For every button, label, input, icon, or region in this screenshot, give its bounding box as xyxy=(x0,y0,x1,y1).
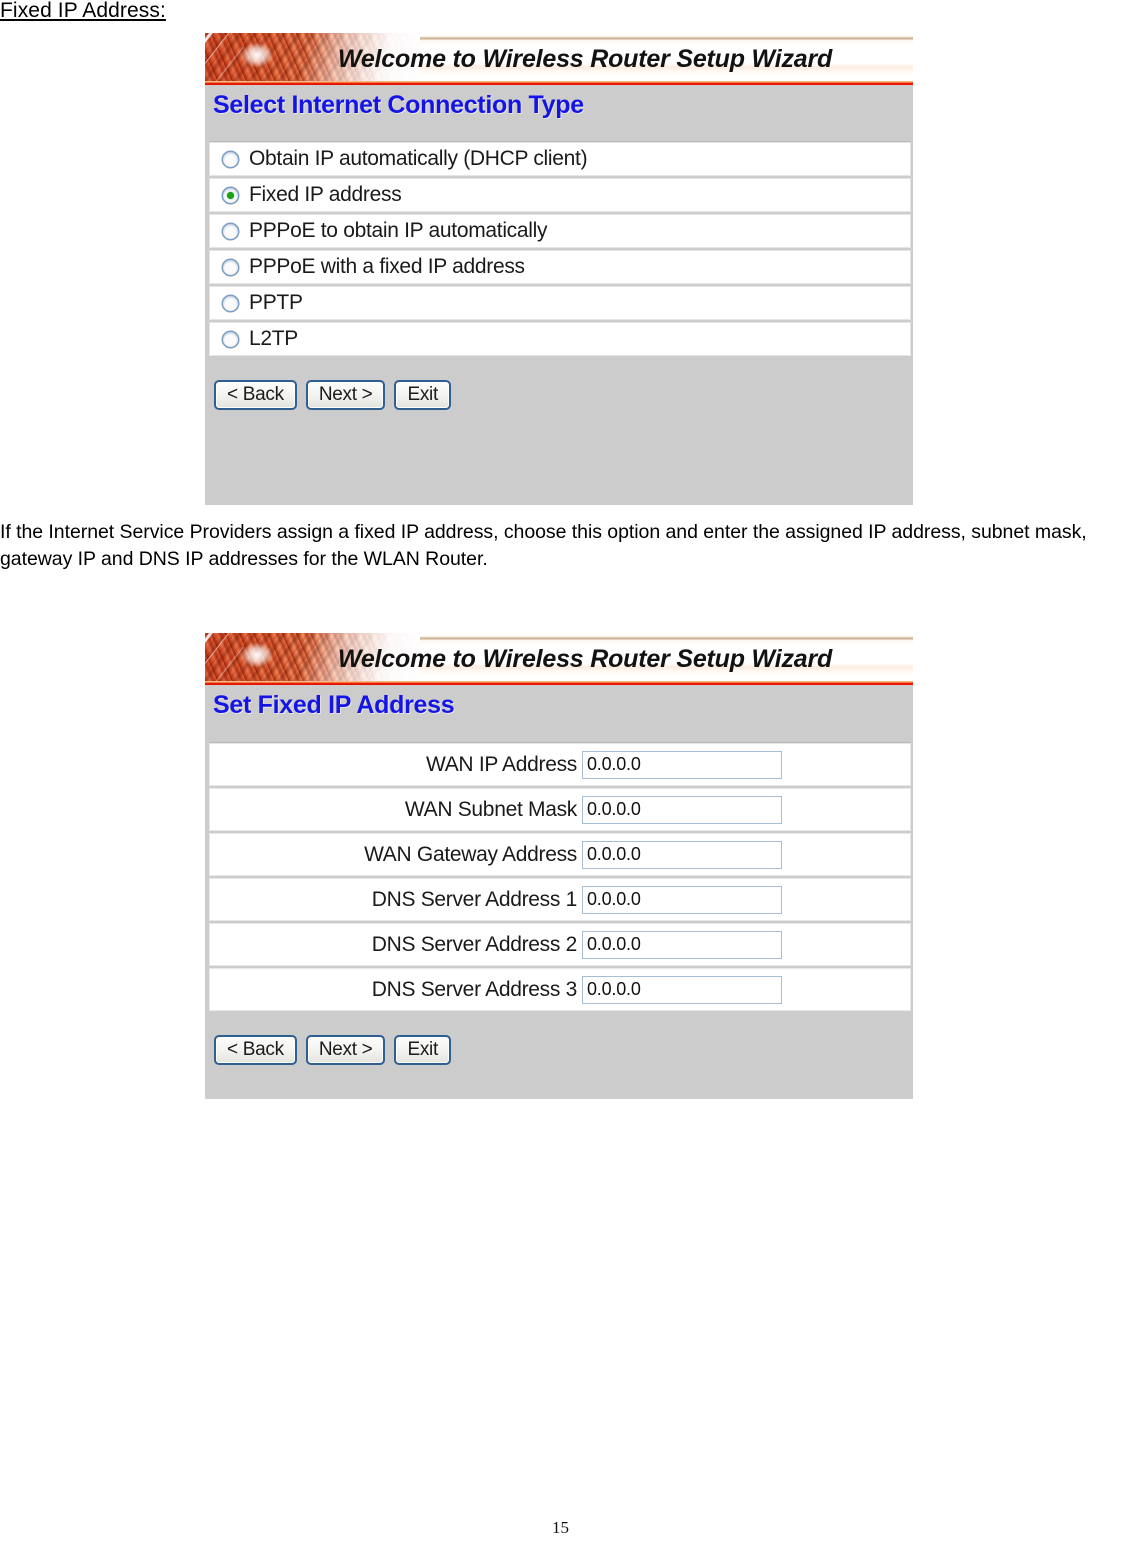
form-row-wan-ip-address: WAN IP Address xyxy=(209,743,911,788)
field-cell-dns-server-2 xyxy=(579,923,911,966)
field-cell-dns-server-1 xyxy=(579,878,911,921)
option-row-l2tp[interactable]: L2TP xyxy=(209,322,911,358)
dns-server-1-input[interactable] xyxy=(582,885,782,914)
wan-gateway-address-input[interactable] xyxy=(582,840,782,869)
banner-title: Welcome to Wireless Router Setup Wizard xyxy=(337,644,833,673)
wizard-button-row: < Back Next > Exit xyxy=(205,1035,913,1065)
dns-server-2-input[interactable] xyxy=(582,930,782,959)
radio-icon-fixed-ip[interactable] xyxy=(223,187,238,203)
option-row-fixed-ip[interactable]: Fixed IP address xyxy=(209,178,911,214)
page-number: 15 xyxy=(552,1518,569,1537)
form-row-wan-gateway-address: WAN Gateway Address xyxy=(209,833,911,878)
section-title: Set Fixed IP Address xyxy=(213,691,455,719)
fixed-ip-form-table: WAN IP Address WAN Subnet Mask WAN Gatew… xyxy=(209,742,911,1013)
form-row-dns-server-3: DNS Server Address 3 xyxy=(209,968,911,1013)
dns-server-3-input[interactable] xyxy=(582,975,782,1004)
wizard-banner: Welcome to Wireless Router Setup Wizard xyxy=(205,633,913,685)
next-button[interactable]: Next > xyxy=(305,1035,386,1065)
radio-icon-dhcp[interactable] xyxy=(223,151,238,167)
section-title: Select Internet Connection Type xyxy=(213,91,584,119)
option-label-pptp: PPTP xyxy=(249,291,303,314)
option-label-fixed-ip: Fixed IP address xyxy=(249,183,402,206)
wan-subnet-mask-input[interactable] xyxy=(582,795,782,824)
wizard-panel-connection-type: Welcome to Wireless Router Setup Wizard … xyxy=(205,33,913,505)
wan-ip-address-input[interactable] xyxy=(582,750,782,779)
radio-icon-pptp[interactable] xyxy=(223,295,238,311)
label-dns-server-1: DNS Server Address 1 xyxy=(371,887,578,911)
field-cell-wan-gateway-address xyxy=(579,833,911,876)
radio-icon-pppoe-fixed[interactable] xyxy=(223,259,238,275)
label-dns-server-2: DNS Server Address 2 xyxy=(371,932,578,956)
banner-title: Welcome to Wireless Router Setup Wizard xyxy=(337,44,833,73)
option-label-l2tp: L2TP xyxy=(249,327,298,350)
field-cell-wan-subnet-mask xyxy=(579,788,911,831)
form-row-dns-server-1: DNS Server Address 1 xyxy=(209,878,911,923)
option-row-dhcp[interactable]: Obtain IP automatically (DHCP client) xyxy=(209,142,911,178)
option-label-dhcp: Obtain IP automatically (DHCP client) xyxy=(249,147,588,170)
exit-button[interactable]: Exit xyxy=(394,380,451,410)
label-wan-ip-address: WAN IP Address xyxy=(425,752,577,776)
option-label-pppoe-fixed: PPPoE with a fixed IP address xyxy=(249,255,525,278)
label-wan-subnet-mask: WAN Subnet Mask xyxy=(404,797,577,821)
banner-divider xyxy=(205,681,913,685)
exit-button[interactable]: Exit xyxy=(394,1035,451,1065)
page-title: Fixed IP Address: xyxy=(0,0,166,22)
back-button[interactable]: < Back xyxy=(214,1035,297,1065)
label-wan-gateway-address: WAN Gateway Address xyxy=(364,842,577,866)
body-paragraph: If the Internet Service Providers assign… xyxy=(0,521,1087,570)
field-cell-dns-server-3 xyxy=(579,968,911,1011)
option-row-pppoe-auto[interactable]: PPPoE to obtain IP automatically xyxy=(209,214,911,250)
back-button[interactable]: < Back xyxy=(214,380,297,410)
option-row-pptp[interactable]: PPTP xyxy=(209,286,911,322)
connection-type-option-list: Obtain IP automatically (DHCP client) Fi… xyxy=(209,141,911,358)
form-row-dns-server-2: DNS Server Address 2 xyxy=(209,923,911,968)
option-label-pppoe-auto: PPPoE to obtain IP automatically xyxy=(249,219,548,242)
radio-icon-pppoe-auto[interactable] xyxy=(223,223,238,239)
wizard-button-row: < Back Next > Exit xyxy=(205,380,913,410)
form-row-wan-subnet-mask: WAN Subnet Mask xyxy=(209,788,911,833)
wizard-panel-set-fixed-ip: Welcome to Wireless Router Setup Wizard … xyxy=(205,633,913,1099)
next-button[interactable]: Next > xyxy=(305,380,386,410)
field-cell-wan-ip-address xyxy=(579,743,911,786)
label-dns-server-3: DNS Server Address 3 xyxy=(371,977,578,1001)
wizard-banner: Welcome to Wireless Router Setup Wizard xyxy=(205,33,913,85)
option-row-pppoe-fixed[interactable]: PPPoE with a fixed IP address xyxy=(209,250,911,286)
radio-icon-l2tp[interactable] xyxy=(223,331,238,347)
banner-divider xyxy=(205,81,913,85)
